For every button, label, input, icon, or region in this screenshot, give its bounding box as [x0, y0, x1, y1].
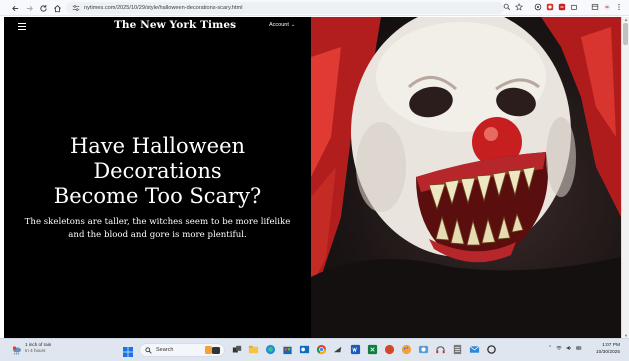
menu-hamburger-icon[interactable]: [18, 23, 26, 30]
article-page: The New York Times Account ⌄ Have Hallow…: [4, 17, 621, 338]
bookmark-star-icon[interactable]: [514, 2, 523, 11]
taskbar-search-box[interactable]: Search: [139, 343, 225, 357]
search-placeholder: Search: [156, 347, 174, 353]
scroll-up-arrow-icon[interactable]: ▲: [623, 17, 629, 22]
address-bar[interactable]: nytimes.com/2025/10/29/style/halloween-d…: [66, 2, 504, 14]
headline-panel: The New York Times Account ⌄ Have Hallow…: [4, 17, 311, 338]
forward-arrow-icon[interactable]: [22, 1, 36, 15]
search-highlight-icon: [205, 345, 221, 355]
headline-line-2: Decorations: [93, 159, 222, 183]
mail-icon[interactable]: [468, 343, 481, 356]
taskbar-apps: [230, 343, 498, 356]
battery-icon[interactable]: [576, 345, 582, 351]
media-icon[interactable]: [602, 2, 611, 11]
paint-icon[interactable]: [400, 343, 413, 356]
weather-line-2: In 4 hours: [25, 348, 46, 353]
chevron-down-icon: ⌄: [290, 22, 296, 28]
reload-icon[interactable]: [36, 1, 50, 15]
windows-taskbar: 1 inch of rain In 4 hours Search ⌃ 1:07 …: [0, 338, 629, 361]
headset-icon[interactable]: [434, 343, 447, 356]
system-tray: ⌃: [548, 345, 582, 351]
headline-line-3: Become Too Scary?: [53, 184, 262, 208]
scroll-thumb[interactable]: [623, 23, 628, 45]
volume-icon[interactable]: [566, 345, 572, 351]
extension-icon[interactable]: [533, 2, 542, 11]
rain-cloud-icon: [12, 343, 22, 355]
nyt-logo[interactable]: The New York Times: [114, 19, 236, 31]
photos-icon[interactable]: [417, 343, 430, 356]
excel-icon[interactable]: [366, 343, 379, 356]
clock-time: 1:07 PM: [602, 343, 621, 348]
task-view-icon[interactable]: [230, 343, 243, 356]
extensions-puzzle-icon[interactable]: [569, 2, 578, 11]
extension-red-icon[interactable]: [545, 2, 554, 11]
chrome-icon[interactable]: [315, 343, 328, 356]
tab-search-icon[interactable]: [590, 2, 599, 11]
arrow-app-icon[interactable]: [332, 343, 345, 356]
browser-toolbar: nytimes.com/2025/10/29/style/halloween-d…: [0, 0, 629, 16]
extension-red-icon-2[interactable]: [557, 2, 566, 11]
more-menu-icon[interactable]: [614, 2, 623, 11]
notes-icon[interactable]: [451, 343, 464, 356]
powerpoint-icon[interactable]: [383, 343, 396, 356]
word-icon[interactable]: [349, 343, 362, 356]
clock-date: 10/30/2025: [596, 350, 621, 355]
headline-line-1: Have Halloween: [69, 134, 246, 158]
clown-mask-image: [311, 17, 621, 338]
edge-browser-icon[interactable]: [264, 343, 277, 356]
site-info-icon[interactable]: [72, 4, 80, 12]
page-scrollbar[interactable]: ▲ ▼: [621, 17, 629, 338]
article-headline: Have Halloween Decorations Become Too Sc…: [4, 134, 311, 209]
windows-start-icon[interactable]: [123, 344, 133, 357]
outlook-icon[interactable]: [298, 343, 311, 356]
clown-mask-photo: [311, 17, 621, 338]
account-menu-button[interactable]: Account ⌄: [269, 22, 295, 28]
article-dek: The skeletons are taller, the witches se…: [24, 217, 291, 240]
wifi-icon[interactable]: [556, 345, 562, 351]
refresh-app-icon[interactable]: [485, 343, 498, 356]
chevron-up-icon[interactable]: ⌃: [548, 345, 552, 351]
back-arrow-icon[interactable]: [8, 1, 22, 15]
store-icon[interactable]: [281, 343, 294, 356]
file-explorer-icon[interactable]: [247, 343, 260, 356]
weather-widget[interactable]: 1 inch of rain In 4 hours: [12, 342, 51, 355]
url-text: nytimes.com/2025/10/29/style/halloween-d…: [84, 5, 243, 11]
search-icon: [145, 346, 152, 354]
system-clock[interactable]: 1:07 PM 10/30/2025: [596, 342, 620, 356]
zoom-icon[interactable]: [502, 2, 511, 11]
account-label: Account: [269, 22, 289, 28]
home-icon[interactable]: [50, 1, 64, 15]
